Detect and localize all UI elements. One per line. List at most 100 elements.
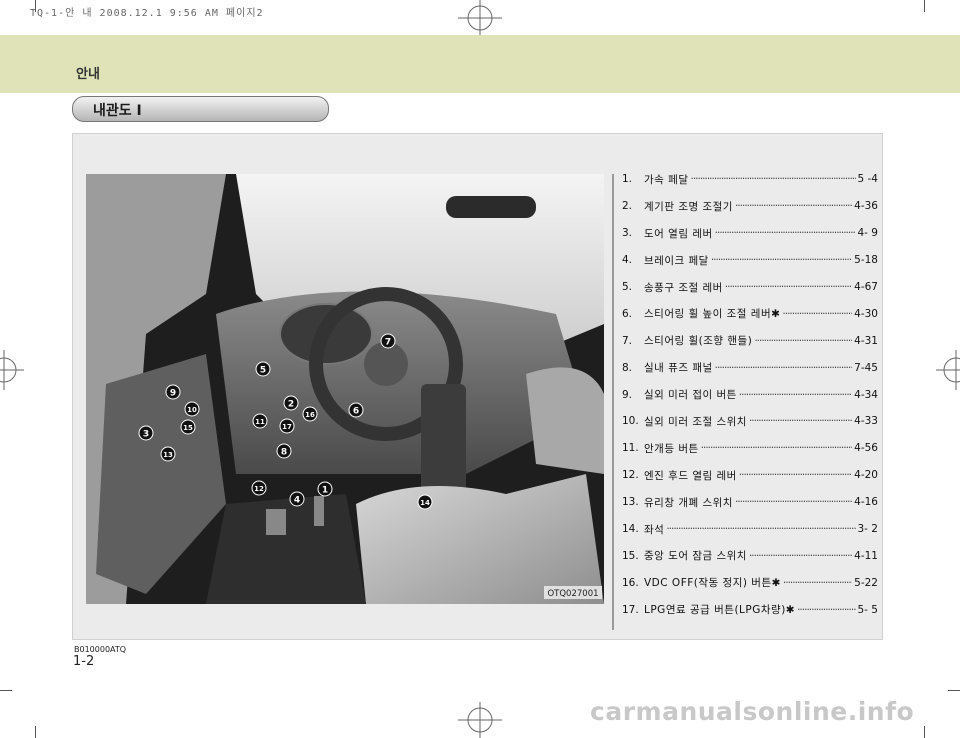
leader-dots xyxy=(735,496,852,508)
legend-name: 도어 열림 레버 xyxy=(644,227,713,240)
interior-photo: 1 2 3 4 5 6 7 8 9 10 11 12 13 14 15 16 1… xyxy=(86,174,604,604)
legend-item: 16. VDC OFF(작동 정지) 버튼✱ 5-22 xyxy=(622,569,878,596)
leader-dots xyxy=(715,362,853,374)
legend-number: 8. xyxy=(622,361,633,374)
legend-number: 11. xyxy=(622,442,639,455)
crop-mark xyxy=(948,690,960,691)
badge-label: 6 xyxy=(353,407,359,417)
legend-number: 4. xyxy=(622,254,633,267)
legend-name: 실외 미러 접이 버튼 xyxy=(644,389,737,402)
badge-label: 17 xyxy=(282,423,292,431)
legend-item: 12. 엔진 후드 열림 레버 4-20 xyxy=(622,462,878,489)
leader-dots xyxy=(739,389,852,401)
badge-label: 8 xyxy=(281,448,287,458)
legend-page: 4- 9 xyxy=(857,227,879,240)
badge-13: 13 xyxy=(160,446,176,462)
legend-page: 5-22 xyxy=(854,576,878,589)
badge-16: 16 xyxy=(302,406,318,422)
print-header: TQ-1-안 내 2008.12.1 9:56 AM 페이지2 xyxy=(30,8,264,19)
legend-item: 9. 실외 미러 접이 버튼 4-34 xyxy=(622,381,878,408)
legend-item: 10. 실외 미러 조절 스위치 4-33 xyxy=(622,408,878,435)
leader-dots xyxy=(690,173,855,185)
badge-label: 5 xyxy=(260,366,266,376)
legend-page: 4-56 xyxy=(854,442,878,455)
column-divider xyxy=(612,174,614,630)
page-title: 내관도 I xyxy=(93,103,142,119)
legend-number: 2. xyxy=(622,200,633,213)
badge-label: 16 xyxy=(305,411,315,419)
badge-1: 1 xyxy=(317,481,333,497)
leader-dots xyxy=(725,281,852,293)
legend-item: 11. 안개등 버튼 4-56 xyxy=(622,435,878,462)
leader-dots xyxy=(749,415,852,427)
legend-name: LPG연료 공급 버튼(LPG차량)✱ xyxy=(644,604,796,617)
badge-label: 13 xyxy=(163,451,173,459)
legend-number: 3. xyxy=(622,227,633,240)
legend-item: 1. 가속 페달 5 -4 xyxy=(622,166,878,193)
badge-label: 14 xyxy=(420,499,430,507)
legend-item: 3. 도어 열림 레버 4- 9 xyxy=(622,220,878,247)
leader-dots xyxy=(783,577,852,589)
leader-dots xyxy=(749,550,852,562)
badge-label: 9 xyxy=(170,389,176,399)
badge-2: 2 xyxy=(283,395,299,411)
badge-label: 12 xyxy=(254,485,264,493)
legend-page: 4-30 xyxy=(854,307,878,320)
legend-page: 5 -4 xyxy=(857,173,879,186)
accelerator-pedal xyxy=(314,496,324,526)
legend-name: 엔진 후드 열림 레버 xyxy=(644,469,737,482)
leader-dots xyxy=(666,523,855,535)
legend-name: 좌석 xyxy=(644,523,665,536)
parts-legend: 1. 가속 페달 5 -4 2. 계기판 조명 조절기 4-36 3. 도어 열림 레버 4- … xyxy=(622,166,878,623)
center-console xyxy=(421,384,466,494)
crop-mark xyxy=(0,690,12,691)
badge-8: 8 xyxy=(276,443,292,459)
registration-mark-right xyxy=(936,350,960,390)
leader-dots xyxy=(739,469,852,481)
legend-item: 2. 계기판 조명 조절기 4-36 xyxy=(622,193,878,220)
legend-page: 4-67 xyxy=(854,281,878,293)
legend-number: 9. xyxy=(622,388,633,401)
badge-label: 1 xyxy=(322,486,328,496)
badge-5: 5 xyxy=(255,361,271,377)
badge-label: 11 xyxy=(255,418,265,426)
legend-name: 가속 페달 xyxy=(644,173,689,186)
legend-item: 14. 좌석 3- 2 xyxy=(622,516,878,543)
legend-number: 10. xyxy=(622,415,639,428)
legend-name: 브레이크 페달 xyxy=(644,254,709,267)
legend-item: 15. 중앙 도어 잠금 스위치 4-11 xyxy=(622,542,878,569)
driver-seat xyxy=(356,474,604,604)
leader-dots xyxy=(797,604,855,616)
legend-page: 4-36 xyxy=(854,200,878,213)
registration-mark-bottom xyxy=(458,702,502,738)
image-code: OTQ027001 xyxy=(547,589,598,599)
legend-number: 17. xyxy=(622,603,639,616)
legend-item: 4. 브레이크 페달 5-18 xyxy=(622,247,878,274)
badge-15: 15 xyxy=(180,419,196,435)
badge-3: 3 xyxy=(138,425,154,441)
legend-item: 13. 유리창 개폐 스위치 4-16 xyxy=(622,489,878,516)
registration-mark-left xyxy=(0,350,24,390)
leader-dots xyxy=(711,254,852,266)
badge-label: 15 xyxy=(183,424,193,432)
legend-page: 4-33 xyxy=(854,415,878,428)
legend-item: 5. 송풍구 조절 레버 4-67 xyxy=(622,274,878,301)
crop-mark xyxy=(924,726,925,738)
badge-14: 14 xyxy=(417,494,433,510)
leader-dots xyxy=(715,227,856,239)
badge-label: 7 xyxy=(385,338,391,348)
badge-12: 12 xyxy=(251,480,267,496)
legend-page: 3- 2 xyxy=(857,523,879,536)
legend-page: 7-45 xyxy=(854,361,878,374)
badge-label: 2 xyxy=(288,400,294,410)
legend-item: 17. LPG연료 공급 버튼(LPG차량)✱ 5- 5 xyxy=(622,596,878,623)
doc-code: B010000ATQ xyxy=(74,645,127,654)
section-label: 안내 xyxy=(76,67,100,82)
title-pill: 내관도 I xyxy=(72,96,329,122)
legend-name: 안개등 버튼 xyxy=(644,442,699,455)
badge-10: 10 xyxy=(184,401,200,417)
legend-item: 7. 스티어링 휠(조향 핸들) 4-31 xyxy=(622,327,878,354)
badge-4: 4 xyxy=(289,491,305,507)
legend-page: 4-16 xyxy=(854,496,878,509)
leader-dots xyxy=(754,335,852,347)
